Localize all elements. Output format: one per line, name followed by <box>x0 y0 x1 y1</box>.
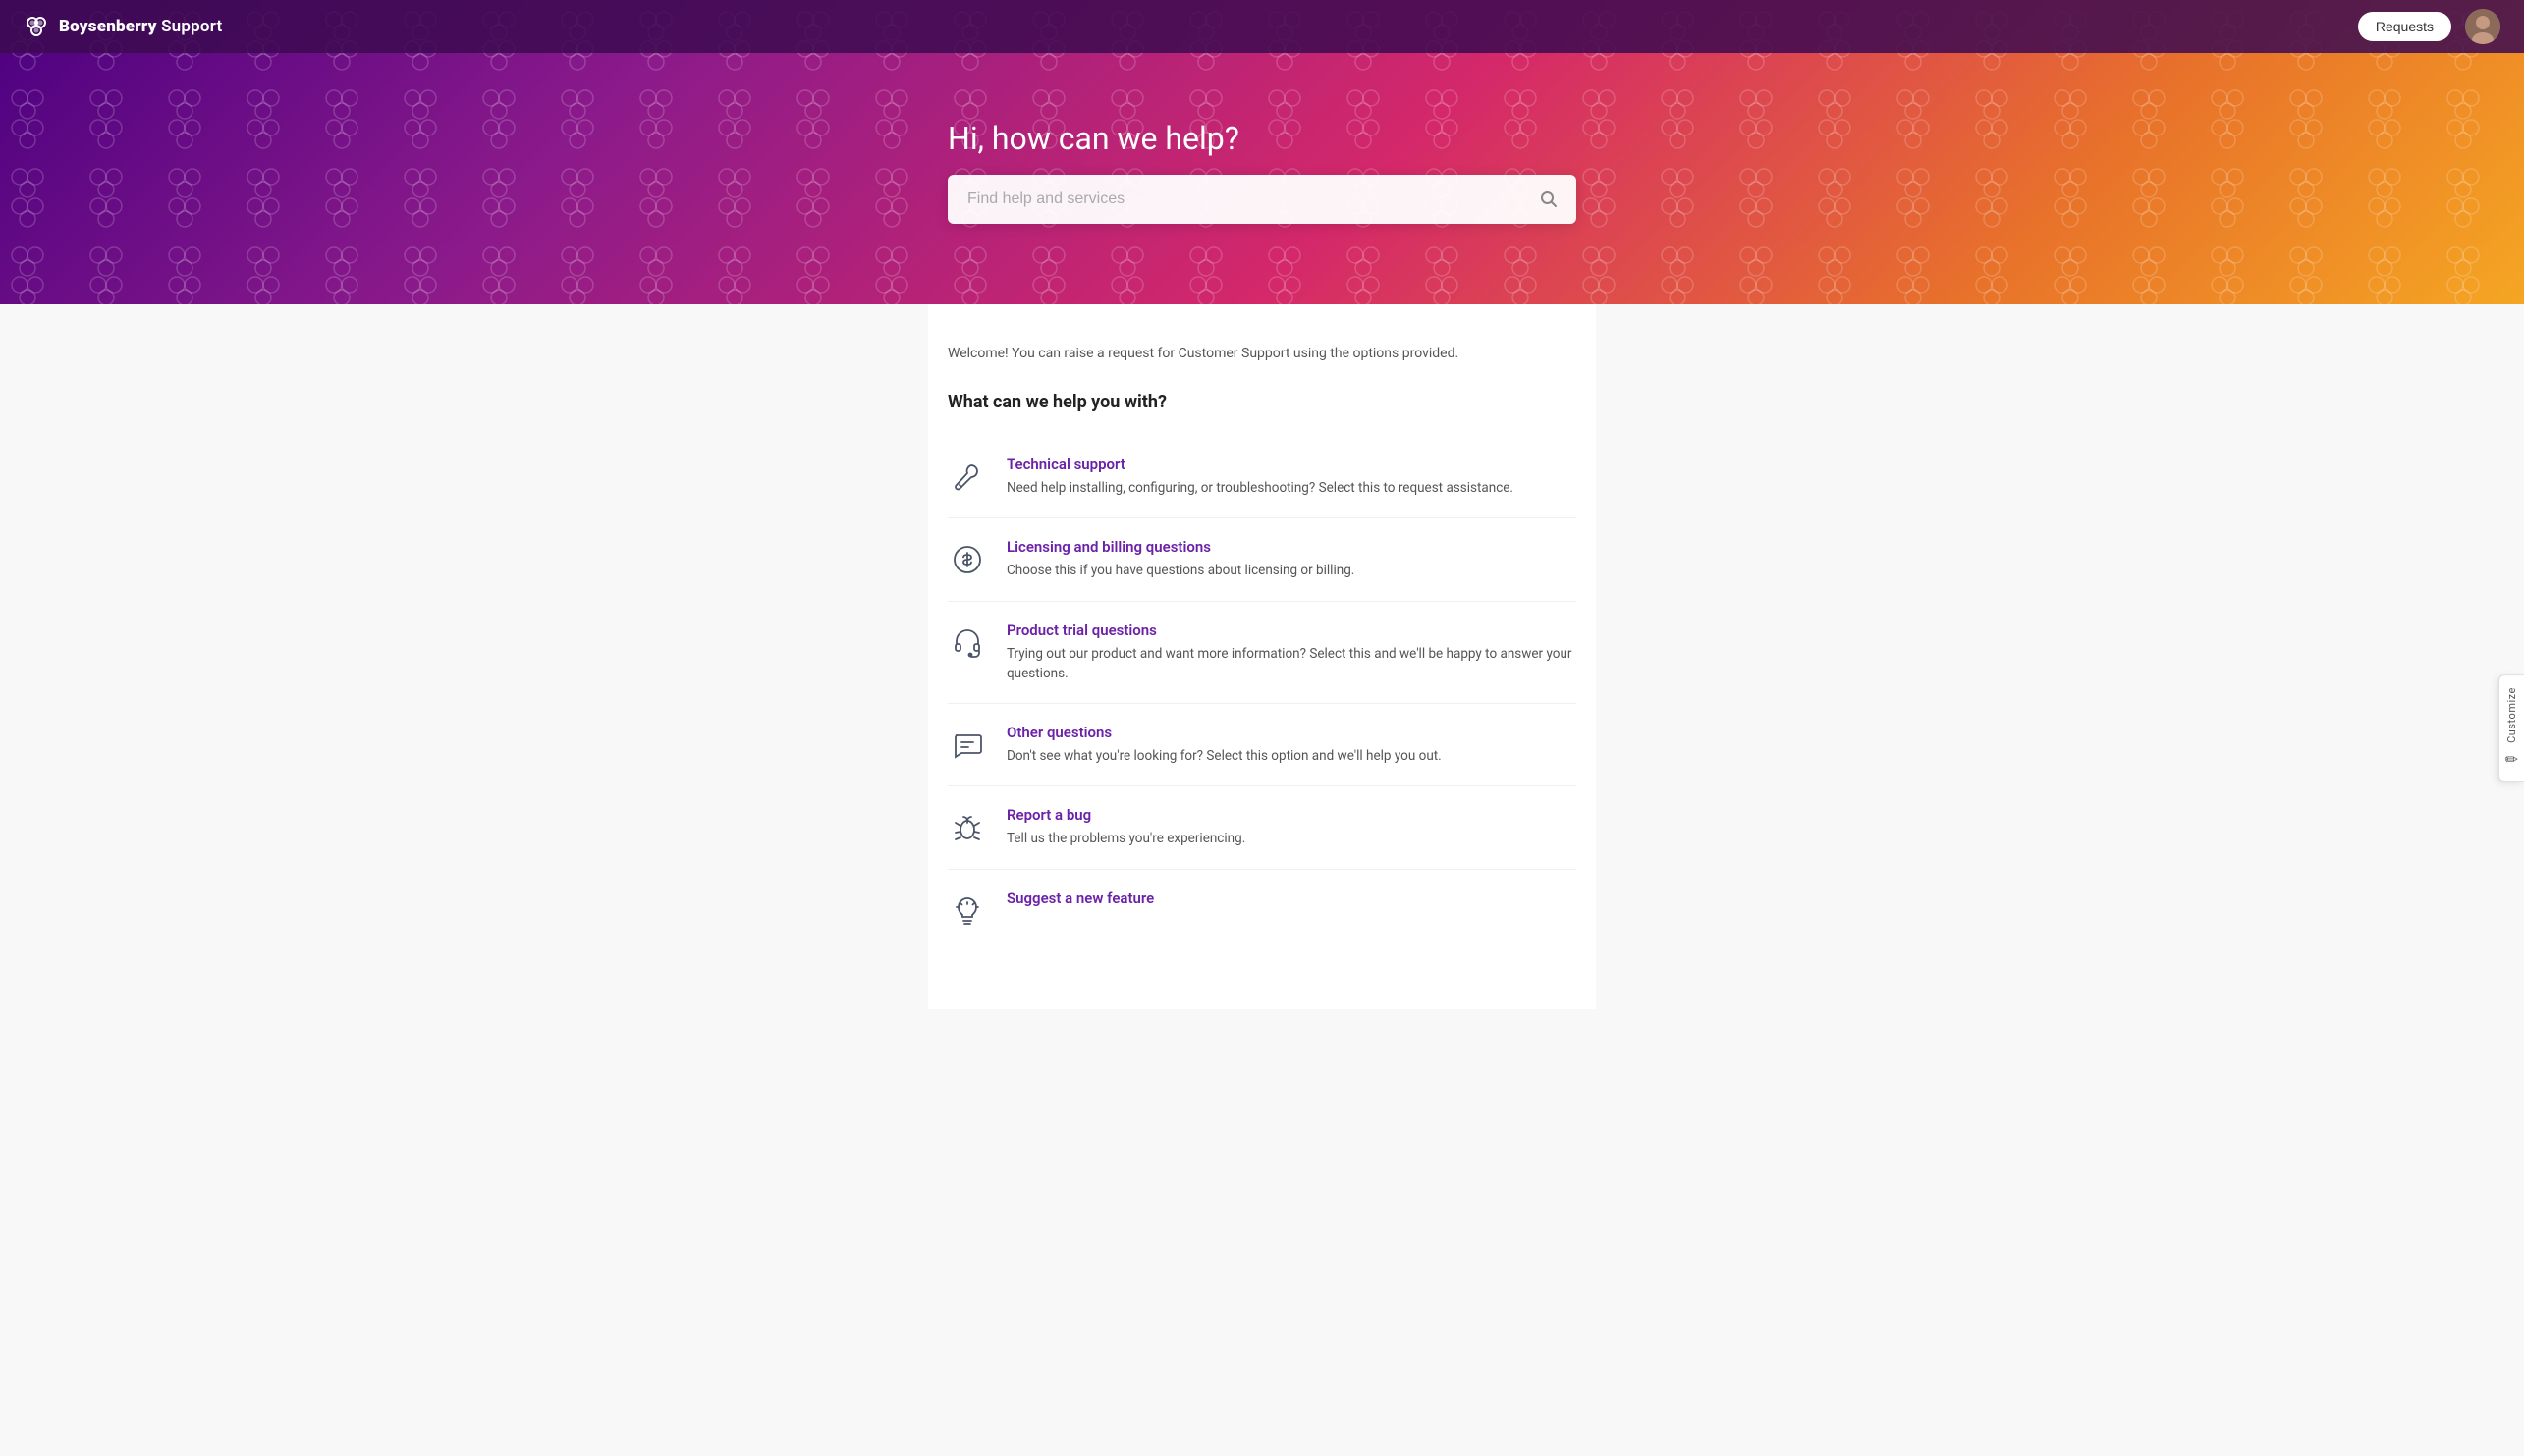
chat-icon <box>948 726 987 765</box>
search-icon <box>1539 189 1559 209</box>
service-desc-report-bug: Tell us the problems you're experiencing… <box>1007 829 1576 848</box>
service-item-licensing-billing[interactable]: Licensing and billing questions Choose t… <box>948 518 1576 601</box>
service-text-product-trial: Product trial questions Trying out our p… <box>1007 621 1576 684</box>
navbar-right: Requests <box>2358 9 2500 44</box>
service-desc-product-trial: Trying out our product and want more inf… <box>1007 644 1576 684</box>
brand-logo-icon <box>24 14 49 39</box>
wrench-screwdriver-icon <box>948 458 987 497</box>
service-text-licensing-billing: Licensing and billing questions Choose t… <box>1007 538 1576 580</box>
requests-button[interactable]: Requests <box>2358 12 2451 41</box>
service-text-report-bug: Report a bug Tell us the problems you're… <box>1007 806 1576 848</box>
dollar-circle-icon <box>948 540 987 579</box>
avatar-image <box>2465 9 2500 44</box>
service-item-other-questions[interactable]: Other questions Don't see what you're lo… <box>948 704 1576 786</box>
service-title-licensing-billing: Licensing and billing questions <box>1007 538 1576 556</box>
search-input[interactable] <box>948 175 1521 224</box>
bug-icon <box>948 808 987 847</box>
service-title-suggest-feature: Suggest a new feature <box>1007 890 1576 907</box>
avatar[interactable] <box>2465 9 2500 44</box>
search-box <box>948 175 1576 224</box>
service-desc-other-questions: Don't see what you're looking for? Selec… <box>1007 746 1576 766</box>
hero-content: Hi, how can we help? <box>928 120 1596 224</box>
brand-name: Boysenberry Support <box>59 17 222 36</box>
service-text-technical-support: Technical support Need help installing, … <box>1007 456 1576 498</box>
service-text-other-questions: Other questions Don't see what you're lo… <box>1007 724 1576 766</box>
customize-icon: ✏ <box>2505 750 2518 769</box>
headset-icon <box>948 623 987 663</box>
customize-label: Customize <box>2505 687 2518 743</box>
navbar: Boysenberry Support Requests <box>0 0 2524 53</box>
lightbulb-icon <box>948 891 987 931</box>
service-item-suggest-feature[interactable]: Suggest a new feature <box>948 870 1576 950</box>
section-title: What can we help you with? <box>948 392 1576 412</box>
customize-tab[interactable]: Customize ✏ <box>2498 674 2524 782</box>
welcome-text: Welcome! You can raise a request for Cus… <box>948 344 1576 364</box>
service-list: Technical support Need help installing, … <box>948 436 1576 950</box>
service-desc-licensing-billing: Choose this if you have questions about … <box>1007 561 1576 580</box>
brand: Boysenberry Support <box>24 14 222 39</box>
hero-title: Hi, how can we help? <box>948 120 1576 157</box>
service-item-report-bug[interactable]: Report a bug Tell us the problems you're… <box>948 786 1576 869</box>
service-title-report-bug: Report a bug <box>1007 806 1576 824</box>
service-item-technical-support[interactable]: Technical support Need help installing, … <box>948 436 1576 518</box>
service-title-technical-support: Technical support <box>1007 456 1576 473</box>
main-content: Welcome! You can raise a request for Cus… <box>928 304 1596 1009</box>
service-text-suggest-feature: Suggest a new feature <box>1007 890 1576 912</box>
service-desc-technical-support: Need help installing, configuring, or tr… <box>1007 478 1576 498</box>
service-title-product-trial: Product trial questions <box>1007 621 1576 639</box>
service-item-product-trial[interactable]: Product trial questions Trying out our p… <box>948 602 1576 705</box>
search-button[interactable] <box>1521 178 1576 221</box>
service-title-other-questions: Other questions <box>1007 724 1576 741</box>
